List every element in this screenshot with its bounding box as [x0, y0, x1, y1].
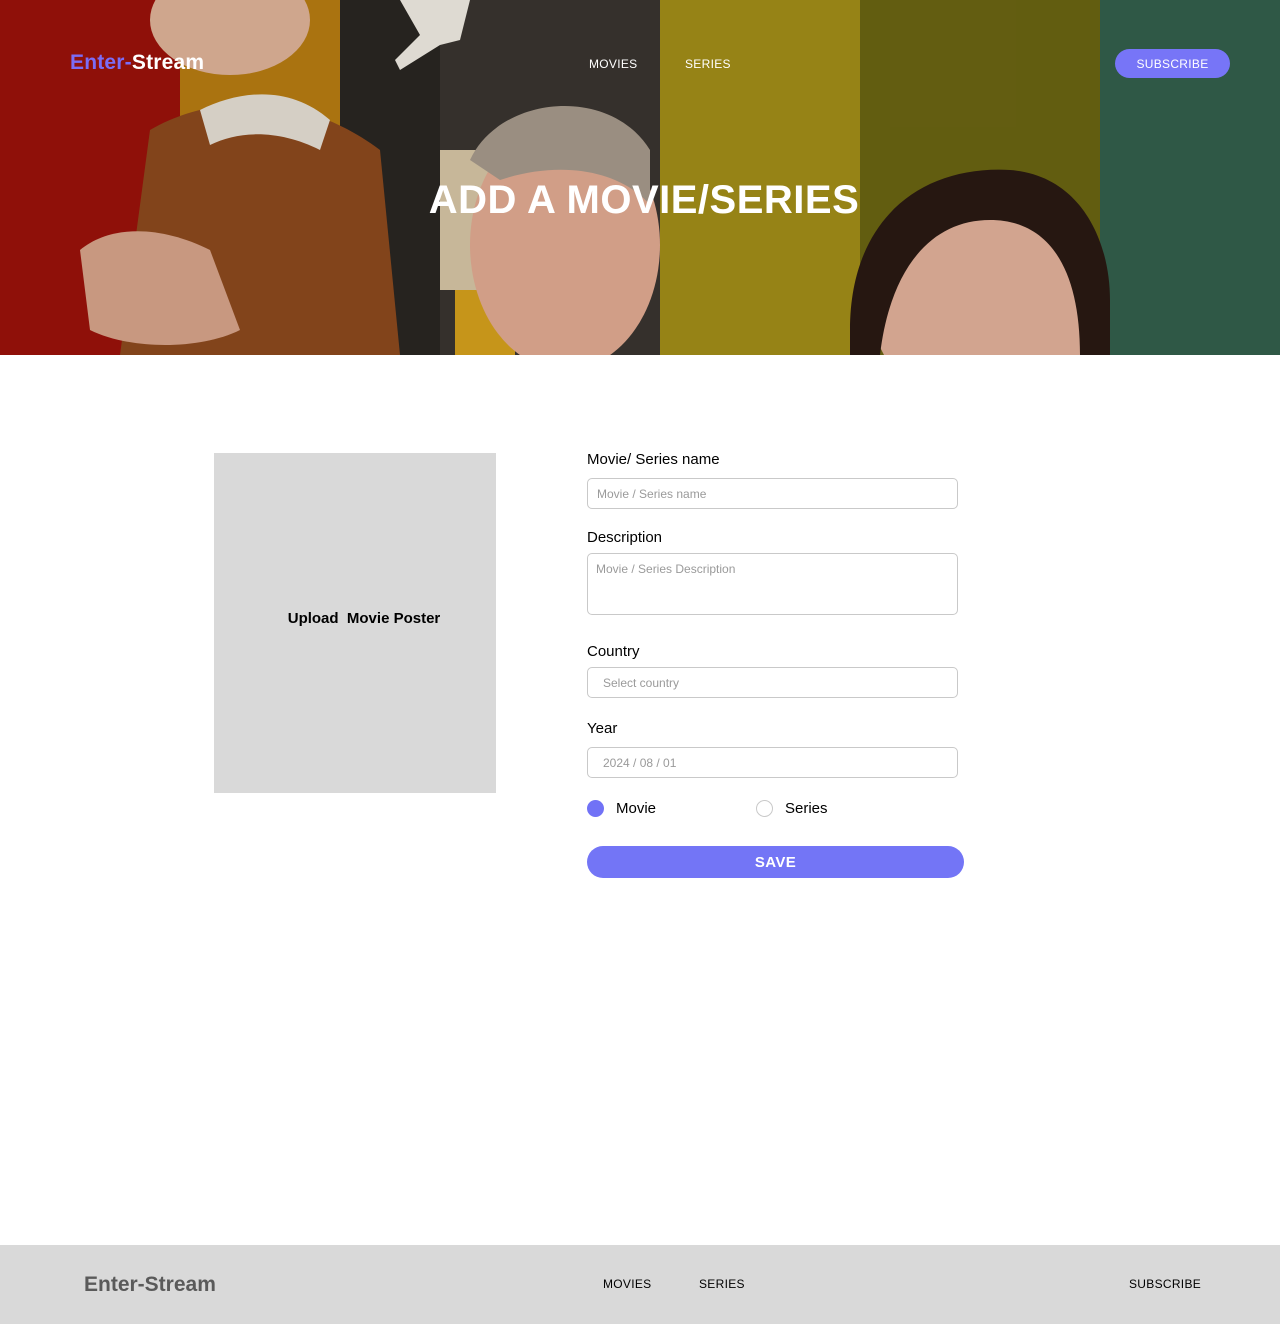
logo-accent-text: Enter-	[70, 51, 132, 74]
footer-movies-link[interactable]: MOVIES	[603, 1277, 651, 1291]
country-label: Country	[587, 643, 640, 660]
radio-movie-label[interactable]: Movie	[616, 800, 656, 817]
footer-logo[interactable]: Enter-Stream	[84, 1273, 216, 1297]
country-select[interactable]	[587, 667, 958, 698]
year-date-input[interactable]	[587, 747, 958, 778]
page-title: ADD A MOVIE/SERIES	[428, 178, 860, 222]
description-label: Description	[587, 529, 663, 546]
footer-series-link[interactable]: SERIES	[699, 1277, 745, 1291]
hero-banner: Enter-Stream MOVIES SERIES SUBSCRIBE ADD…	[0, 0, 1280, 355]
radio-movie[interactable]	[587, 800, 604, 817]
radio-series-label[interactable]: Series	[785, 800, 828, 817]
footer: Enter-Stream MOVIES SERIES SUBSCRIBE	[0, 1245, 1280, 1324]
name-label: Movie/ Series name	[587, 451, 720, 468]
radio-series[interactable]	[756, 800, 773, 817]
name-input[interactable]	[587, 478, 958, 509]
nav-series-link[interactable]: SERIES	[685, 57, 731, 71]
description-textarea[interactable]	[587, 553, 958, 615]
subscribe-button[interactable]: SUBSCRIBE	[1115, 49, 1230, 78]
header-logo[interactable]: Enter-Stream	[70, 51, 204, 75]
logo-main-text: Stream	[131, 51, 205, 74]
save-button[interactable]: SAVE	[587, 846, 964, 878]
year-label: Year	[587, 720, 618, 737]
footer-subscribe-link[interactable]: SUBSCRIBE	[1129, 1277, 1201, 1291]
poster-upload-label: Upload Movie Poster	[287, 610, 441, 627]
poster-upload-area[interactable]: Upload Movie Poster	[214, 453, 496, 793]
nav-movies-link[interactable]: MOVIES	[589, 57, 637, 71]
